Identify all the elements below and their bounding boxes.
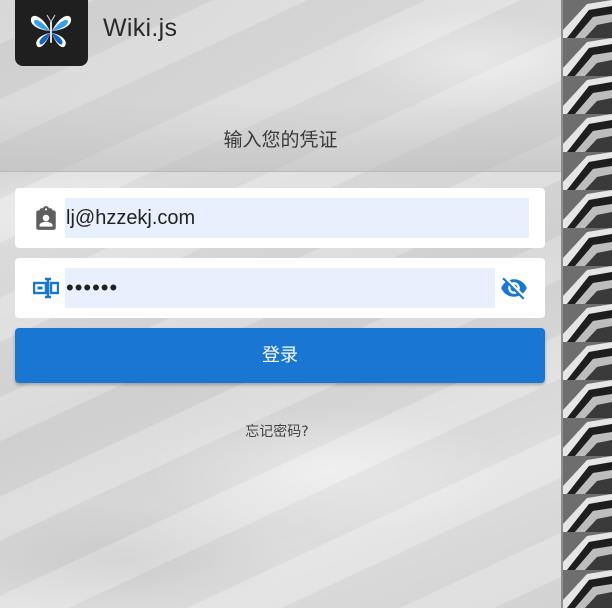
password-field-icon — [33, 277, 59, 299]
login-button[interactable]: 登录 — [15, 328, 545, 383]
password-field-card — [15, 258, 545, 318]
account-box-icon — [36, 206, 56, 230]
password-input[interactable] — [65, 268, 495, 308]
eye-off-icon[interactable] — [499, 274, 529, 302]
login-subtitle: 输入您的凭证 — [223, 129, 338, 151]
app-logo — [15, 0, 88, 66]
email-field-card — [15, 188, 545, 248]
butterfly-logo-icon — [30, 14, 72, 48]
building-facade-image — [563, 0, 612, 608]
login-panel: Wiki.js 输入您的凭证 登录 忘记密码? — [0, 0, 561, 608]
app-title: Wiki.js — [103, 14, 178, 42]
forgot-password-link[interactable]: 忘记密码? — [0, 421, 554, 441]
email-input[interactable] — [65, 198, 529, 238]
background-building-image — [563, 0, 612, 608]
